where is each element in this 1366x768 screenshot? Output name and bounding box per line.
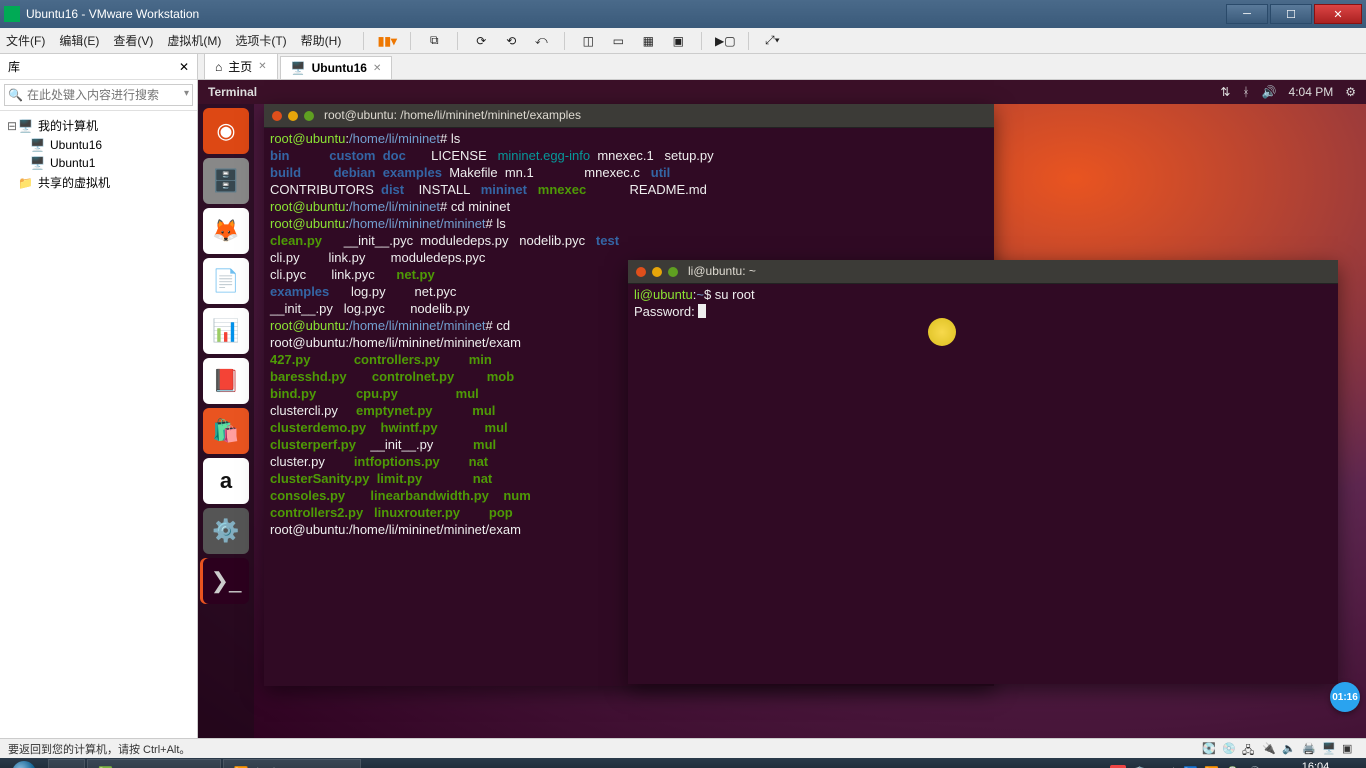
library-sidebar: 库 ✕ 🔍 ▾ ⊟🖥️我的计算机 🖥️Ubuntu16 🖥️Ubuntu1 📁共… (0, 54, 198, 738)
library-tree: ⊟🖥️我的计算机 🖥️Ubuntu16 🖥️Ubuntu1 📁共享的虚拟机 (0, 111, 197, 197)
term1-max-icon[interactable] (304, 111, 314, 121)
amazon-icon[interactable]: a (203, 458, 249, 504)
term2-min-icon[interactable] (652, 267, 662, 277)
vm-icon: 🖥️ (291, 61, 306, 75)
vm-device-sound-icon[interactable]: 🔈 (1282, 742, 1298, 756)
tree-my-computer[interactable]: ⊟🖥️我的计算机 (2, 115, 195, 136)
menu-help[interactable]: 帮助(H) (301, 32, 342, 49)
vm-device-display-icon[interactable]: 🖥️ (1322, 742, 1338, 756)
vm-device-printer-icon[interactable]: 🖨️ (1302, 742, 1318, 756)
console-icon[interactable]: ▣ (669, 32, 687, 50)
volume-icon[interactable]: 🔊 (1262, 85, 1277, 99)
menu-vm[interactable]: 虚拟机(M) (167, 32, 221, 49)
snapshot-icon[interactable]: ⟳ (472, 32, 490, 50)
send-ctrlaltdel-icon[interactable]: ⧉ (425, 32, 443, 50)
calc-icon[interactable]: 📊 (203, 308, 249, 354)
menu-tabs[interactable]: 选项卡(T) (235, 32, 286, 49)
tree-vm-ubuntu1[interactable]: 🖥️Ubuntu1 (2, 154, 195, 172)
recording-timer-badge: 01:16 (1330, 682, 1360, 712)
term2-max-icon[interactable] (668, 267, 678, 277)
cursor-highlight (928, 318, 956, 346)
tab-home-close-icon[interactable]: ✕ (258, 61, 266, 72)
fullscreen-icon[interactable]: ▶▢ (716, 32, 734, 50)
taskbar-explorer[interactable]: 📁 (48, 759, 85, 768)
window-title: Ubuntu16 - VMware Workstation (26, 7, 199, 21)
taskbar-vmware[interactable]: 🟩 Ubuntu16 - VM... (87, 759, 221, 768)
term2-close-icon[interactable] (636, 267, 646, 277)
terminal-icon[interactable]: ❯_ (203, 558, 249, 604)
multiview-icon[interactable]: ▦ (639, 32, 657, 50)
maximize-button[interactable]: ☐ (1270, 4, 1312, 24)
pause-icon[interactable]: ▮▮▾ (378, 32, 396, 50)
minimize-button[interactable]: ─ (1226, 4, 1268, 24)
dash-icon[interactable]: ◉ (203, 108, 249, 154)
menu-file[interactable]: 文件(F) (6, 32, 45, 49)
thumbnail-icon[interactable]: ▭ (609, 32, 627, 50)
term1-min-icon[interactable] (288, 111, 298, 121)
snapshot-revert-icon[interactable]: ⤺ (532, 32, 550, 50)
active-app-title: Terminal (208, 85, 257, 99)
menu-edit[interactable]: 编辑(E) (59, 32, 99, 49)
ubuntu-desktop: Terminal ⇅ ᚼ 🔊 4:04 PM ⚙ ◉ 🗄️ 🦊 📄 📊 📕 🛍️… (198, 80, 1366, 738)
gear-icon[interactable]: ⚙ (1345, 85, 1356, 99)
library-search-input[interactable] (4, 84, 193, 106)
search-icon: 🔍 (8, 88, 23, 102)
start-button[interactable] (2, 759, 46, 768)
bluetooth-icon[interactable]: ᚼ (1242, 85, 1249, 99)
vm-tabs: ⌂ 主页 ✕ 🖥️ Ubuntu16 ✕ (198, 54, 1366, 80)
stretch-icon[interactable]: ⤢▾ (763, 32, 781, 50)
tree-vm-ubuntu16[interactable]: 🖥️Ubuntu16 (2, 136, 195, 154)
menu-view[interactable]: 查看(V) (113, 32, 153, 49)
vm-device-usb-icon[interactable]: 🔌 (1262, 742, 1278, 756)
vmware-menubar: 文件(F) 编辑(E) 查看(V) 虚拟机(M) 选项卡(T) 帮助(H) ▮▮… (0, 28, 1366, 54)
vm-device-more-icon[interactable]: ▣ (1342, 742, 1358, 756)
writer-icon[interactable]: 📄 (203, 258, 249, 304)
sidebar-title: 库 (8, 58, 20, 75)
files-icon[interactable]: 🗄️ (203, 158, 249, 204)
tab-home[interactable]: ⌂ 主页 ✕ (204, 53, 278, 79)
settings-icon[interactable]: ⚙️ (203, 508, 249, 554)
terminal-li[interactable]: li@ubuntu: ~ li@ubuntu:~$ su root Passwo… (628, 260, 1338, 684)
term2-title: li@ubuntu: ~ (688, 263, 756, 280)
vm-device-hdd-icon[interactable]: 💽 (1202, 742, 1218, 756)
taskbar-clock[interactable]: 16:04 2020/4/28 星期二 (1267, 761, 1364, 768)
sidebar-close-icon[interactable]: ✕ (179, 60, 189, 74)
network-icon[interactable]: ⇅ (1220, 85, 1230, 99)
vmware-icon (4, 6, 20, 22)
unity-launcher: ◉ 🗄️ 🦊 📄 📊 📕 🛍️ a ⚙️ ❯_ (198, 104, 254, 738)
status-hint: 要返回到您的计算机，请按 Ctrl+Alt。 (8, 741, 190, 757)
term2-output: li@ubuntu:~$ su root Password: (628, 284, 1338, 322)
unity-icon[interactable]: ◫ (579, 32, 597, 50)
close-button[interactable]: ✕ (1314, 4, 1362, 24)
window-titlebar: Ubuntu16 - VMware Workstation ─ ☐ ✕ (0, 0, 1366, 28)
vm-device-cd-icon[interactable]: 💿 (1222, 742, 1238, 756)
tab-vm-close-icon[interactable]: ✕ (373, 63, 381, 74)
impress-icon[interactable]: 📕 (203, 358, 249, 404)
windows-taskbar: 📁 🟩 Ubuntu16 - VM... 🟧 新建 Microsoft P...… (0, 758, 1366, 768)
ubuntu-topbar: Terminal ⇅ ᚼ 🔊 4:04 PM ⚙ (198, 80, 1366, 104)
clock[interactable]: 4:04 PM (1289, 85, 1334, 99)
home-icon: ⌂ (215, 60, 222, 74)
software-icon[interactable]: 🛍️ (203, 408, 249, 454)
term1-close-icon[interactable] (272, 111, 282, 121)
tab-ubuntu16[interactable]: 🖥️ Ubuntu16 ✕ (280, 56, 393, 79)
vm-device-net-icon[interactable]: 🖧 (1242, 742, 1258, 756)
taskbar-powerpoint[interactable]: 🟧 新建 Microsoft P... (223, 759, 362, 768)
tree-shared-vms[interactable]: 📁共享的虚拟机 (2, 172, 195, 193)
vmware-statusbar: 要返回到您的计算机，请按 Ctrl+Alt。 💽 💿 🖧 🔌 🔈 🖨️ 🖥️ ▣ (0, 738, 1366, 758)
search-dropdown-icon[interactable]: ▾ (184, 88, 189, 99)
snapshot-manager-icon[interactable]: ⟲ (502, 32, 520, 50)
term1-title: root@ubuntu: /home/li/mininet/mininet/ex… (324, 107, 581, 124)
firefox-icon[interactable]: 🦊 (203, 208, 249, 254)
